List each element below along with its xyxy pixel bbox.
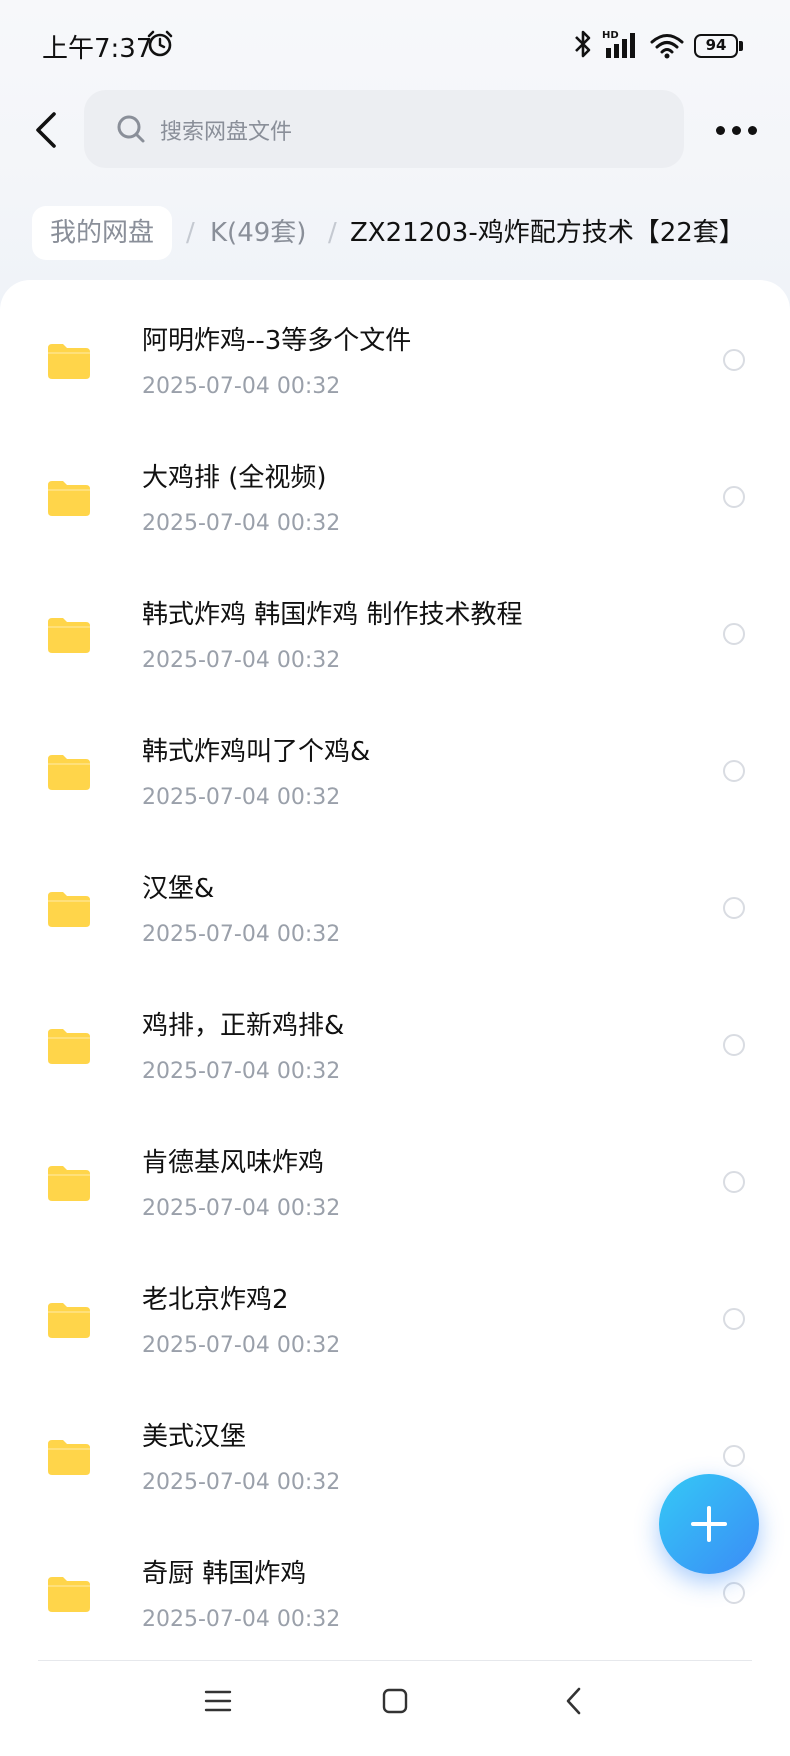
- folder-icon: [48, 618, 90, 653]
- battery-indicator: 94: [694, 34, 744, 58]
- list-item[interactable]: 韩式炸鸡 韩国炸鸡 制作技术教程 2025-07-04 00:32: [0, 554, 790, 691]
- file-date: 2025-07-04 00:32: [142, 1333, 341, 1358]
- svg-text:HD: HD: [602, 30, 619, 41]
- file-date: 2025-07-04 00:32: [142, 1470, 341, 1495]
- list-item[interactable]: 肯德基风味炸鸡 2025-07-04 00:32: [0, 1102, 790, 1239]
- file-date: 2025-07-04 00:32: [142, 374, 341, 399]
- list-item[interactable]: 阿明炸鸡--3等多个文件 2025-07-04 00:32: [0, 280, 790, 417]
- file-list: 阿明炸鸡--3等多个文件 2025-07-04 00:32 大鸡排 (全视频) …: [0, 280, 790, 1660]
- breadcrumb-separator: /: [186, 218, 195, 248]
- file-name: 肯德基风味炸鸡: [142, 1148, 325, 1178]
- folder-icon: [48, 1577, 90, 1612]
- menu-icon[interactable]: [204, 1689, 232, 1713]
- folder-icon: [48, 755, 90, 790]
- select-checkbox[interactable]: [723, 1171, 745, 1193]
- breadcrumb-separator: /: [328, 218, 337, 248]
- search-input[interactable]: 搜索网盘文件: [84, 90, 684, 168]
- select-checkbox[interactable]: [723, 1034, 745, 1056]
- select-checkbox[interactable]: [723, 760, 745, 782]
- select-checkbox[interactable]: [723, 349, 745, 371]
- more-dots-icon: [716, 126, 725, 135]
- list-item[interactable]: 老北京炸鸡2 2025-07-04 00:32: [0, 1239, 790, 1376]
- more-dots-icon: [732, 126, 741, 135]
- more-options-button[interactable]: [712, 112, 762, 148]
- select-checkbox[interactable]: [723, 1445, 745, 1467]
- file-name: 阿明炸鸡--3等多个文件: [142, 326, 412, 356]
- select-checkbox[interactable]: [723, 623, 745, 645]
- status-time: 上午7:37: [42, 34, 153, 64]
- file-name: 汉堡&: [142, 874, 215, 904]
- folder-icon: [48, 344, 90, 379]
- back-icon[interactable]: [564, 1685, 584, 1717]
- list-item[interactable]: 韩式炸鸡叫了个鸡& 2025-07-04 00:32: [0, 691, 790, 828]
- file-date: 2025-07-04 00:32: [142, 922, 341, 947]
- folder-icon: [48, 892, 90, 927]
- search-placeholder: 搜索网盘文件: [160, 120, 293, 145]
- file-name: 老北京炸鸡2: [142, 1285, 289, 1315]
- system-nav-bar: [0, 1661, 790, 1756]
- file-name: 大鸡排 (全视频): [142, 463, 327, 493]
- select-checkbox[interactable]: [723, 486, 745, 508]
- battery-tip: [739, 41, 743, 51]
- file-date: 2025-07-04 00:32: [142, 1059, 341, 1084]
- search-icon: [117, 115, 145, 143]
- file-date: 2025-07-04 00:32: [142, 1607, 341, 1632]
- file-date: 2025-07-04 00:32: [142, 1196, 341, 1221]
- file-date: 2025-07-04 00:32: [142, 785, 341, 810]
- back-button[interactable]: [24, 102, 68, 158]
- file-name: 韩式炸鸡 韩国炸鸡 制作技术教程: [142, 600, 523, 630]
- breadcrumb: 我的网盘 / K(49套) / ZX21203-鸡炸配方技术【22套】: [32, 206, 790, 260]
- battery-level: 94: [694, 34, 738, 58]
- file-date: 2025-07-04 00:32: [142, 648, 341, 673]
- signal-icon: HD: [602, 30, 635, 58]
- folder-icon: [48, 1303, 90, 1338]
- alarm-icon: [147, 30, 173, 57]
- list-item[interactable]: 大鸡排 (全视频) 2025-07-04 00:32: [0, 417, 790, 554]
- list-item[interactable]: 汉堡& 2025-07-04 00:32: [0, 828, 790, 965]
- add-button[interactable]: [659, 1474, 759, 1574]
- wifi-icon: [650, 34, 684, 59]
- breadcrumb-parent[interactable]: K(49套): [210, 206, 306, 260]
- bluetooth-icon: [575, 30, 591, 58]
- select-checkbox[interactable]: [723, 1308, 745, 1330]
- folder-icon: [48, 1440, 90, 1475]
- file-date: 2025-07-04 00:32: [142, 511, 341, 536]
- breadcrumb-root[interactable]: 我的网盘: [32, 206, 173, 260]
- file-name: 韩式炸鸡叫了个鸡&: [142, 737, 371, 767]
- folder-icon: [48, 1166, 90, 1201]
- select-checkbox[interactable]: [723, 897, 745, 919]
- plus-icon: [707, 1506, 711, 1542]
- more-dots-icon: [748, 126, 757, 135]
- file-name: 美式汉堡: [142, 1422, 247, 1452]
- folder-icon: [48, 481, 90, 516]
- home-icon[interactable]: [382, 1688, 408, 1714]
- select-checkbox[interactable]: [723, 1582, 745, 1604]
- file-name: 奇厨 韩国炸鸡: [142, 1559, 307, 1589]
- list-item[interactable]: 鸡排，正新鸡排& 2025-07-04 00:32: [0, 965, 790, 1102]
- folder-icon: [48, 1029, 90, 1064]
- breadcrumb-current: ZX21203-鸡炸配方技术【22套】: [350, 218, 745, 248]
- file-name: 鸡排，正新鸡排&: [142, 1011, 345, 1041]
- status-bar: 上午7:37 HD 94: [0, 0, 790, 90]
